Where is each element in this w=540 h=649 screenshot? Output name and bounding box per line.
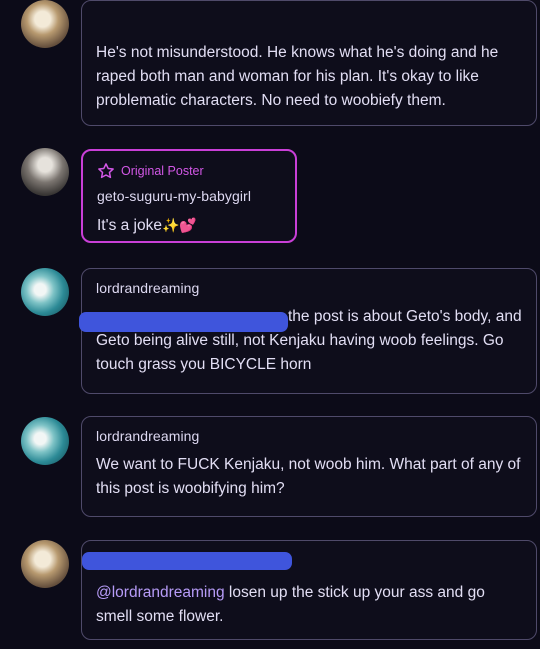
avatar[interactable] (21, 0, 69, 48)
avatar[interactable] (21, 268, 69, 316)
username[interactable]: lordrandreaming (96, 280, 522, 296)
avatar[interactable] (21, 148, 69, 196)
badge-label: Original Poster (121, 164, 204, 178)
original-poster-badge: Original Poster (97, 162, 281, 180)
username[interactable]: lordrandreaming (96, 428, 522, 444)
redaction-bar (79, 312, 288, 332)
mention-link[interactable]: @lordrandreaming (96, 584, 225, 601)
comment-text: He's not misunderstood. He knows what he… (96, 44, 499, 109)
star-outline-icon (98, 163, 114, 179)
comment-text: We want to FUCK Kenjaku, not woob him. W… (96, 456, 521, 497)
comment-bubble-op: Original Poster geto-suguru-my-babygirl … (81, 149, 297, 243)
redaction-bar (82, 552, 292, 570)
username[interactable]: geto-suguru-my-babygirl (97, 188, 281, 204)
comment-text: It's a joke (97, 217, 162, 234)
emoji: ✨💕 (162, 217, 197, 233)
comment-bubble: He's not misunderstood. He knows what he… (81, 0, 537, 126)
avatar[interactable] (21, 540, 69, 588)
avatar[interactable] (21, 417, 69, 465)
comment-bubble: lordrandreaming We want to FUCK Kenjaku,… (81, 416, 537, 517)
